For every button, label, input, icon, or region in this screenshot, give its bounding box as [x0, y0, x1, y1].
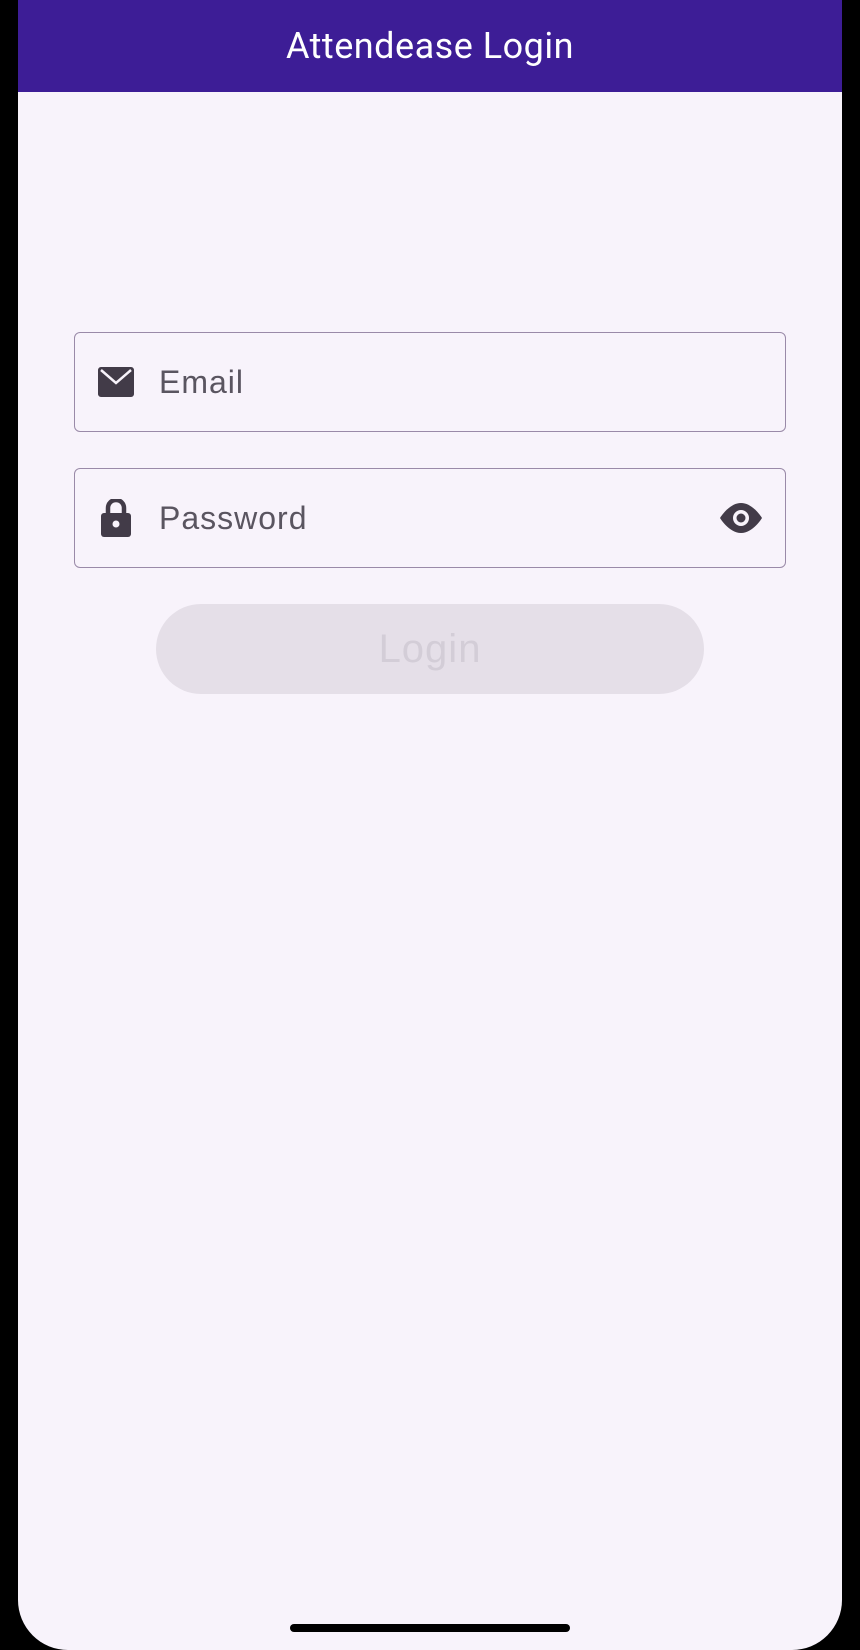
page-title: Attendease Login	[286, 25, 574, 67]
login-button[interactable]: Login	[156, 604, 704, 694]
password-field-container[interactable]	[74, 468, 786, 568]
home-indicator[interactable]	[290, 1624, 570, 1632]
app-bar: Attendease Login	[18, 0, 842, 92]
email-input[interactable]	[159, 364, 763, 401]
toggle-password-visibility[interactable]	[719, 496, 763, 540]
password-input[interactable]	[159, 500, 719, 537]
eye-icon	[719, 503, 763, 533]
app-screen: Attendease Login	[18, 0, 842, 1650]
email-icon	[97, 363, 135, 401]
login-form: Login	[18, 92, 842, 694]
email-field-container[interactable]	[74, 332, 786, 432]
lock-icon	[97, 499, 135, 537]
